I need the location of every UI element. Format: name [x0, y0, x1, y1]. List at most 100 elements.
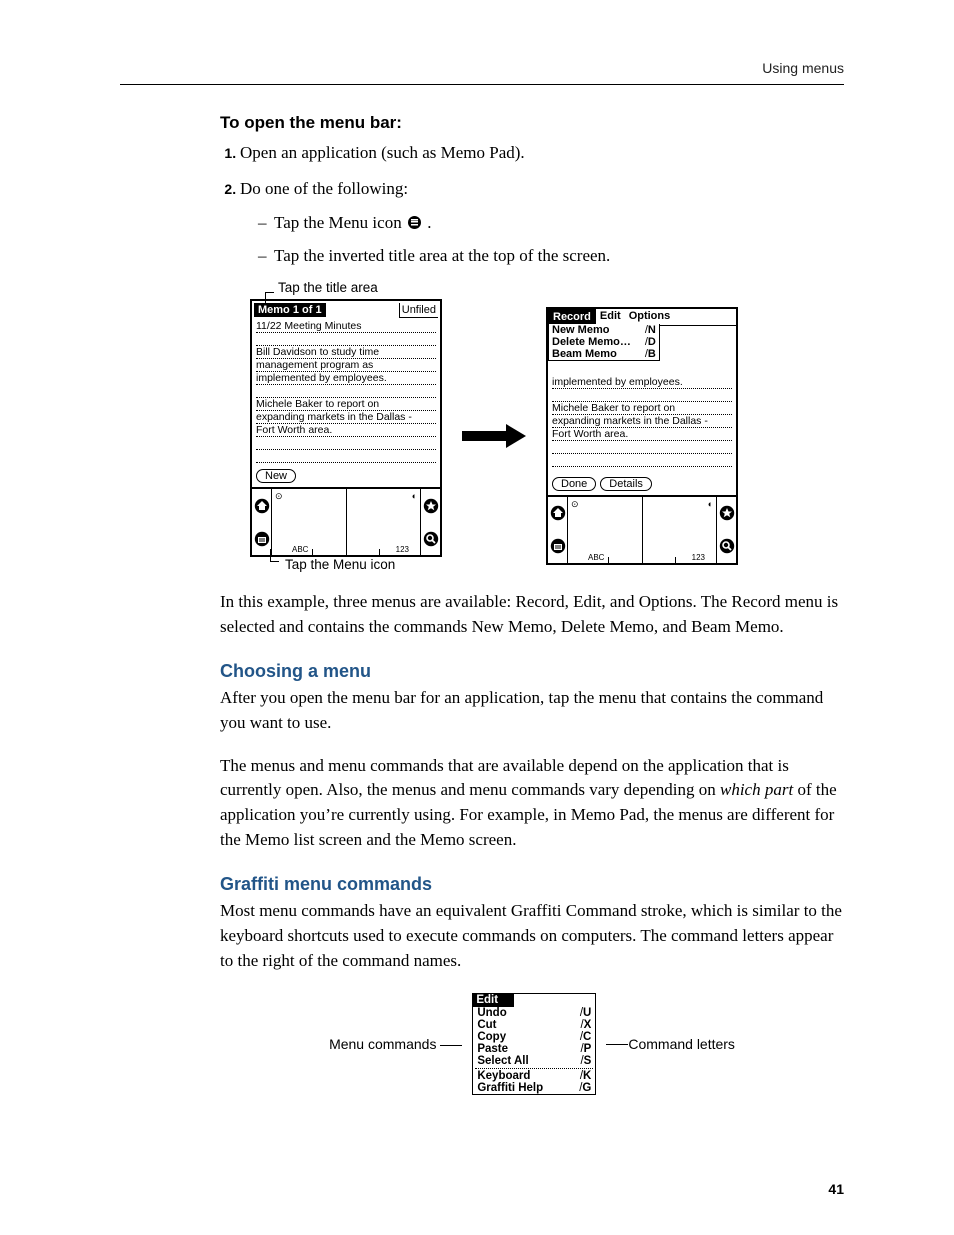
- memo-line[interactable]: [256, 437, 436, 450]
- menu-item-label: New Memo: [552, 324, 609, 336]
- menu-item-label: Graffiti Help: [477, 1082, 543, 1094]
- menu-item-label: Paste: [477, 1043, 508, 1055]
- menu-item[interactable]: CutX: [473, 1019, 595, 1031]
- menu-item-cmd: X: [580, 1019, 591, 1031]
- silk-abc-label[interactable]: ABC: [588, 553, 604, 562]
- figure-row: Memo 1 of 1 Unfiled 11/22 Meeting Minute…: [250, 299, 844, 572]
- menu-item-label: Delete Memo…: [552, 336, 631, 348]
- memo-line[interactable]: [256, 333, 436, 346]
- memo-line[interactable]: management program as: [256, 359, 436, 372]
- memo-line[interactable]: implemented by employees.: [552, 376, 732, 389]
- menu-item[interactable]: Beam Memo B: [549, 348, 659, 360]
- memo-line[interactable]: Bill Davidson to study time: [256, 346, 436, 359]
- callout-top-text: Tap the title area: [278, 280, 378, 295]
- done-button[interactable]: Done: [552, 477, 596, 491]
- menu-item[interactable]: Delete Memo… D: [549, 336, 659, 348]
- new-button[interactable]: New: [256, 469, 296, 483]
- menu-item-cmd: P: [580, 1043, 591, 1055]
- step-item: Do one of the following: Tap the Menu ic…: [240, 177, 844, 268]
- palm-silkscreen: ⊙ ◐ ABC 123: [548, 497, 736, 563]
- memo-line[interactable]: [552, 389, 732, 402]
- memo-line[interactable]: Michele Baker to report on: [256, 398, 436, 411]
- header-rule: [120, 84, 844, 85]
- menu-item-cmd: K: [580, 1070, 592, 1082]
- menu-record[interactable]: Record: [548, 309, 596, 325]
- memo-line[interactable]: [256, 450, 436, 463]
- palm-title-bar[interactable]: Memo 1 of 1: [254, 303, 326, 317]
- menu-item[interactable]: Paste P: [473, 1043, 595, 1055]
- callout-top: Tap the title area: [265, 280, 844, 295]
- memo-line[interactable]: implemented by employees.: [256, 372, 436, 385]
- substep-text: Tap the inverted title area at the top o…: [274, 246, 610, 265]
- step-list: Open an application (such as Memo Pad). …: [220, 141, 844, 268]
- menu-item-label: Undo: [477, 1007, 506, 1019]
- silk-dot-icon: ◐: [412, 491, 417, 501]
- calc-icon[interactable]: [421, 489, 440, 522]
- palm-category[interactable]: Unfiled: [399, 303, 438, 318]
- details-button[interactable]: Details: [600, 477, 652, 491]
- calc-icon[interactable]: [717, 497, 736, 530]
- menu-item-label: Beam Memo: [552, 348, 617, 360]
- menu-options[interactable]: Options: [625, 309, 675, 325]
- arrow-icon: [462, 422, 526, 450]
- substep-item: Tap the inverted title area at the top o…: [258, 244, 844, 268]
- silk-dot-icon: ⊙: [275, 491, 283, 502]
- menu-item-cmd: S: [580, 1055, 591, 1067]
- memo-line[interactable]: Fort Worth area.: [552, 428, 732, 441]
- silk-123-label[interactable]: 123: [396, 545, 409, 554]
- palm-screen-left: Memo 1 of 1 Unfiled 11/22 Meeting Minute…: [250, 299, 442, 557]
- edit-menu-title[interactable]: Edit: [472, 993, 514, 1007]
- memo-line[interactable]: 11/22 Meeting Minutes: [256, 320, 436, 333]
- silk-123-label[interactable]: 123: [692, 553, 705, 562]
- memo-line[interactable]: [256, 385, 436, 398]
- home-icon[interactable]: [548, 497, 567, 530]
- menu-item[interactable]: CopyC: [473, 1031, 595, 1043]
- paragraph: After you open the menu bar for an appli…: [220, 686, 844, 735]
- page-number: 41: [828, 1181, 844, 1197]
- menu-item-cmd: G: [579, 1082, 591, 1094]
- menu-edit[interactable]: Edit: [596, 309, 625, 325]
- menu-item[interactable]: Undo U: [473, 1007, 595, 1019]
- label-text: Menu commands: [329, 1036, 436, 1052]
- memo-line[interactable]: [552, 441, 732, 454]
- substep-list: Tap the Menu icon . Tap the inverted tit…: [240, 211, 844, 269]
- menu-item-label: Copy: [477, 1031, 506, 1043]
- running-header: Using menus: [120, 60, 844, 76]
- menu-item-cmd: N: [645, 324, 656, 336]
- menu-item[interactable]: Select All S: [473, 1055, 595, 1067]
- menu-item[interactable]: Keyboard K: [473, 1070, 595, 1082]
- menu-silk-icon[interactable]: [548, 530, 567, 563]
- find-icon[interactable]: [421, 522, 440, 555]
- callout-bottom: Tap the Menu icon: [270, 557, 395, 572]
- substep-text: Tap the Menu icon: [274, 213, 406, 232]
- section-heading: Choosing a menu: [220, 661, 844, 682]
- substep-item: Tap the Menu icon .: [258, 211, 844, 235]
- memo-line[interactable]: expanding markets in the Dallas -: [256, 411, 436, 424]
- memo-line[interactable]: Michele Baker to report on: [552, 402, 732, 415]
- find-icon[interactable]: [717, 530, 736, 563]
- label-command-letters: Command letters: [606, 1036, 735, 1052]
- menu-item-label: Select All: [477, 1055, 528, 1067]
- silk-abc-label[interactable]: ABC: [292, 545, 308, 554]
- memo-line[interactable]: [552, 454, 732, 467]
- edit-menu-popup: Edit UndoU CutX CopyC PasteP Select AllS…: [472, 993, 596, 1095]
- menu-item[interactable]: Graffiti Help G: [473, 1082, 595, 1094]
- memo-line[interactable]: Fort Worth area.: [256, 424, 436, 437]
- menu-item-cmd: U: [580, 1007, 592, 1019]
- silk-dot-icon: ◐: [708, 499, 713, 509]
- menu-item-cmd: D: [645, 336, 656, 348]
- menu-popup: New Memo N Delete Memo… D Beam Memo B: [548, 324, 660, 361]
- home-icon[interactable]: [252, 489, 271, 522]
- menu-item[interactable]: New Memo N: [549, 324, 659, 336]
- menu-icon: [408, 216, 421, 229]
- silk-dot-icon: ⊙: [571, 499, 579, 510]
- section-heading: Graffiti menu commands: [220, 874, 844, 895]
- step-text: Open an application (such as Memo Pad).: [240, 143, 525, 162]
- menu-silk-icon[interactable]: [252, 522, 271, 555]
- step-text: Do one of the following:: [240, 179, 408, 198]
- menu-item-label: Keyboard: [477, 1070, 530, 1082]
- palm-screen-right: Record Edit Options New Memo N Delete Me…: [546, 307, 738, 565]
- memo-line[interactable]: expanding markets in the Dallas -: [552, 415, 732, 428]
- label-menu-commands: Menu commands: [329, 1036, 462, 1052]
- palm-silkscreen: ⊙ ◐ ABC 123: [252, 489, 440, 555]
